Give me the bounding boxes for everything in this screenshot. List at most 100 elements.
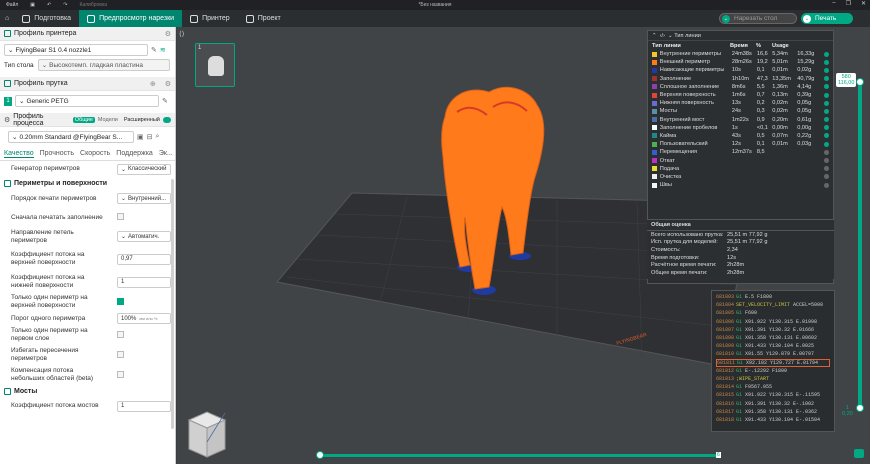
gcode-line[interactable]: 681811 G1 X92.102 Y129.727 E.01794 [716, 358, 830, 367]
code-icon[interactable]: ‹/› [660, 33, 665, 39]
gcode-line[interactable]: 681803 G1 E.5 F1800 [716, 293, 830, 301]
filament-select[interactable]: ⌄ Generic PETG [15, 95, 159, 107]
maximize-button[interactable]: ❐ [846, 0, 851, 7]
legend-row[interactable]: Пользовательский 12s 0,1 0,01m 0,03g [648, 140, 833, 148]
legend-row[interactable]: Очистка [648, 173, 833, 181]
tab-printer[interactable]: Принтер [182, 10, 238, 27]
layers-icon[interactable] [854, 449, 864, 458]
search-icon[interactable]: ⌕ [156, 133, 160, 141]
filament-slot-badge[interactable]: 1 [4, 96, 12, 106]
legend-row[interactable]: Швы [648, 181, 833, 189]
legend-row[interactable]: Сплошное заполнение 8m6s 5,5 1,36m 4,14g [648, 83, 833, 91]
legend-row[interactable]: Верхняя поверхность 1m6s 0,7 0,13m 0,39g [648, 91, 833, 99]
visibility-toggle[interactable] [824, 166, 829, 172]
perimeter-generator-select[interactable]: ⌄ Классический [117, 163, 171, 175]
tab-prepare[interactable]: Подготовка [14, 10, 79, 27]
legend-row[interactable]: Откат [648, 156, 833, 164]
top-flow-input[interactable]: 0,97 [117, 253, 171, 265]
toggle-general[interactable]: Общие [72, 116, 95, 123]
visibility-toggle[interactable] [824, 117, 829, 123]
compare-icon[interactable]: ⊟ [147, 133, 153, 141]
legend-row[interactable]: Мосты 24s 0,3 0,02m 0,05g [648, 107, 833, 115]
infill-first-checkbox[interactable] [117, 213, 124, 220]
process-select[interactable]: ⌄ 0.20mm Standard @FlyingBear S... [8, 131, 134, 143]
visibility-toggle[interactable] [824, 100, 829, 106]
visibility-toggle[interactable] [824, 141, 829, 147]
legend-row[interactable]: Внутренние периметры 24m38s 16,6 5,34m 16,33… [648, 50, 833, 58]
legend-row[interactable]: Нависающие периметры 10s 0,1 0,01m 0,02g [648, 66, 833, 74]
one-wall-first-checkbox[interactable] [117, 330, 124, 338]
collapse-sidebar-icon[interactable]: ⟨⟩ [179, 30, 184, 38]
visibility-toggle[interactable] [824, 149, 829, 155]
view-cube[interactable] [187, 411, 227, 458]
add-filament-icon[interactable]: ⊕ [150, 80, 156, 88]
home-icon[interactable]: ⌂ [0, 10, 14, 27]
tab-others[interactable]: Эк... [159, 150, 173, 157]
settings-icon[interactable]: ⚙ [165, 30, 171, 38]
gcode-line[interactable]: 681806 G1 X91.922 Y130.315 E.01998 [716, 318, 830, 326]
gcode-viewer[interactable]: 681803 G1 E.5 F1800 681804 SET_VELOCITY_LIMI… [711, 290, 835, 432]
minimize-button[interactable]: – [832, 0, 835, 7]
collapse-icon[interactable]: ⌃ [652, 33, 657, 39]
bed-type-select[interactable]: ⌄ Высокотемп. гладкая пластина [37, 59, 170, 71]
sidebar-scrollbar[interactable] [171, 179, 174, 429]
print-button[interactable]: ⌄ Печать [801, 13, 853, 24]
avoid-crossing-checkbox[interactable] [117, 350, 124, 358]
gcode-line[interactable]: 681817 G1 X91.358 Y130.131 E-.0362 [716, 408, 830, 416]
legend-row[interactable]: Нижняя поверхность 13s 0,2 0,02m 0,05g [648, 99, 833, 107]
wifi-icon[interactable]: ≋ [160, 46, 166, 54]
visibility-toggle[interactable] [824, 92, 829, 98]
bridge-flow-input[interactable]: 1 [117, 400, 171, 412]
legend-row[interactable]: Кайма 43s 0,5 0,07m 0,22g [648, 132, 833, 140]
visibility-toggle[interactable] [824, 125, 829, 131]
gcode-line[interactable]: 681805 G1 F600 [716, 309, 830, 317]
move-slider[interactable] [316, 451, 718, 459]
gcode-line[interactable]: 681814 G1 F9567.055 [716, 383, 830, 391]
layer-slider-top-thumb[interactable] [856, 78, 864, 86]
visibility-toggle[interactable] [824, 182, 829, 188]
tab-project[interactable]: Проект [238, 10, 289, 27]
visibility-toggle[interactable] [824, 76, 829, 82]
move-slider-thumb[interactable] [316, 451, 324, 459]
gcode-line[interactable]: 681813 ;WIPE_START [716, 375, 830, 383]
settings-icon[interactable]: ⚙ [165, 80, 171, 88]
gcode-line[interactable]: 681804 SET_VELOCITY_LIMIT ACCEL=5000 [716, 301, 830, 309]
loop-direction-select[interactable]: ⌄ Автоматич. [117, 231, 171, 242]
legend-row[interactable]: Внутренний мост 1m22s 0,9 0,20m 0,61g [648, 116, 833, 124]
tab-quality[interactable]: Качество [4, 150, 34, 158]
gcode-line[interactable]: 681812 G1 E-.12292 F1800 [716, 367, 830, 375]
legend-row[interactable]: Перемещения 12m37s 8,5 [648, 148, 833, 156]
visibility-toggle[interactable] [824, 51, 829, 57]
gcode-line[interactable]: 681807 G1 X91.391 Y130.32 E.01666 [716, 326, 830, 334]
save-icon[interactable]: ▣ [137, 133, 144, 141]
visibility-toggle[interactable] [824, 84, 829, 90]
layer-slider-bottom-thumb[interactable] [856, 404, 864, 412]
toggle-models[interactable]: Модели [98, 117, 118, 123]
gcode-line[interactable]: 681818 G1 X91.433 Y130.104 E-.01504 [716, 416, 830, 424]
visibility-toggle[interactable] [824, 133, 829, 139]
bottom-flow-input[interactable]: 1 [117, 276, 171, 288]
legend-row[interactable]: Внешний периметр 28m26s 19,2 5,01m 15,29g [648, 58, 833, 66]
gcode-line[interactable]: 681815 G1 X91.922 Y130.315 E-.11595 [716, 391, 830, 399]
gcode-line[interactable]: 681810 G1 X91.55 Y129.879 E.00797 [716, 350, 830, 358]
tab-strength[interactable]: Прочность [40, 150, 74, 157]
visibility-toggle[interactable] [824, 174, 829, 180]
layer-slider[interactable] [856, 78, 864, 412]
tab-support[interactable]: Поддержка [116, 150, 153, 157]
visibility-toggle[interactable] [824, 67, 829, 73]
legend-row[interactable]: Подача [648, 165, 833, 173]
small-flow-checkbox[interactable] [117, 370, 124, 378]
slice-plate-button[interactable]: ⌄ Нарезать стол [719, 13, 797, 24]
tab-speed[interactable]: Скорость [80, 150, 110, 157]
edit-icon[interactable]: ✎ [162, 97, 168, 105]
plate-thumbnail[interactable]: 1 [195, 43, 235, 87]
printer-select[interactable]: ⌄ FlyingBear S1 0.4 nozzle1 [4, 44, 148, 56]
tab-preview[interactable]: Предпросмотр нарезки [79, 10, 183, 27]
advanced-toggle[interactable] [162, 116, 171, 123]
edit-icon[interactable]: ✎ [151, 46, 157, 54]
legend-row[interactable]: Заполнение 1h10m 47,3 13,35m 40,79g [648, 75, 833, 83]
gcode-line[interactable]: 681809 G1 X91.433 Y130.104 E.0025 [716, 342, 830, 350]
close-button[interactable]: ✕ [861, 0, 866, 7]
one-wall-top-checkbox[interactable] [117, 297, 124, 305]
wall-order-select[interactable]: ⌄ Внутренний... [117, 193, 171, 204]
